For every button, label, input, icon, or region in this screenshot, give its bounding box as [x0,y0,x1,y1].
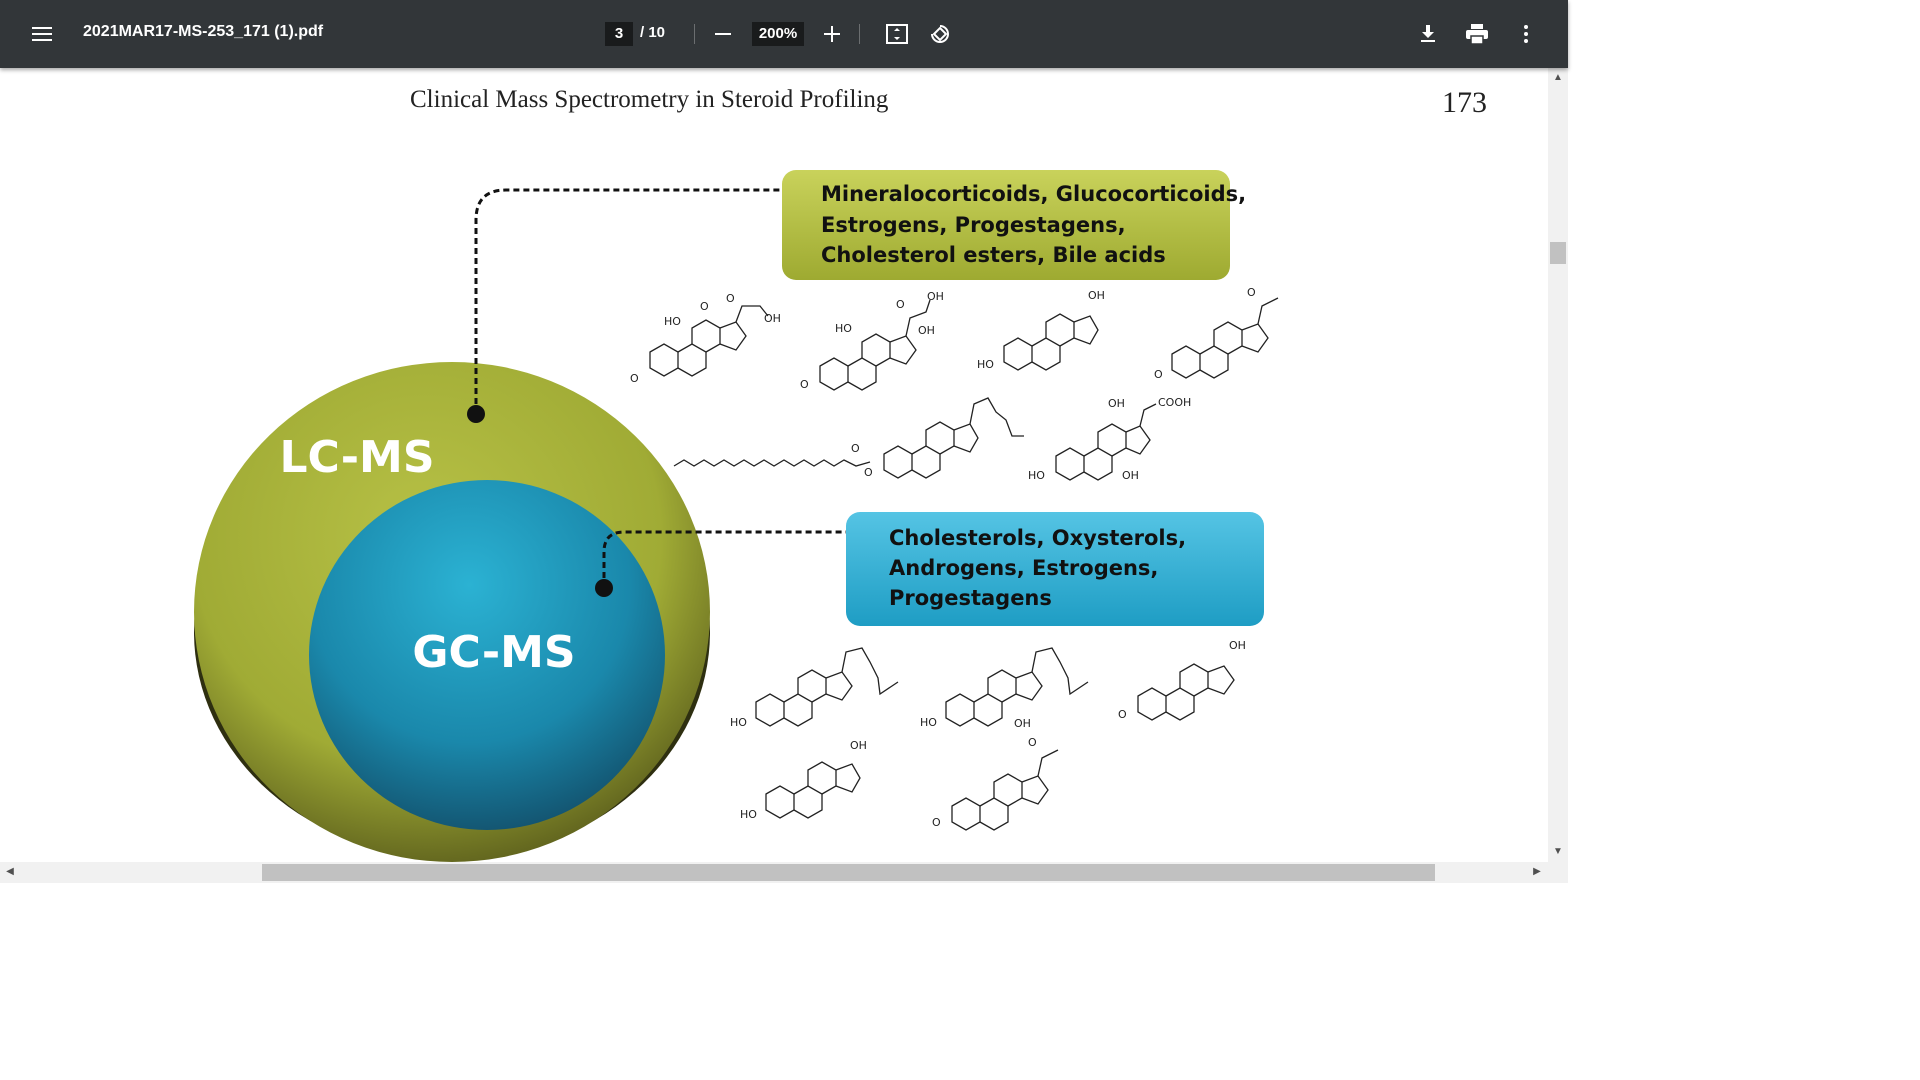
chem-label: O [700,300,709,313]
vertical-scrollbar[interactable] [1548,68,1568,862]
gc-box-line2: Androgens, Estrogens, [889,556,1158,580]
steroid-structure-j [765,761,861,819]
chem-label: O [1154,368,1163,381]
scroll-up-arrow-icon[interactable]: ▲ [1551,72,1565,83]
lc-box-line3: Cholesterol esters, Bile acids [821,243,1166,267]
toolbar-divider [694,24,695,44]
pdf-page-view: Clinical Mass Spectrometry in Steroid Pr… [0,68,1548,862]
pdf-toolbar: 2021MAR17-MS-253_171 (1).pdf 3 / 10 200% [0,0,1568,68]
minus-icon[interactable] [705,16,741,52]
chem-label: O [800,378,809,391]
gc-connector-dot [595,579,613,597]
lc-connector-dot [467,405,485,423]
steroid-structure-c [1003,313,1099,371]
chem-label: OH [1014,717,1031,730]
print-icon[interactable] [1459,16,1495,52]
chem-label: OH [1088,289,1105,302]
scroll-left-arrow-icon[interactable]: ◀ [3,866,17,877]
chem-label: O [851,442,860,455]
chem-label: HO [664,315,681,328]
gc-ms-label: GC-MS [412,627,575,678]
chem-label: OH [1108,397,1125,410]
chem-label: HO [730,716,747,729]
chem-label: O [630,372,639,385]
chem-label: OH [918,324,935,337]
rotate-icon[interactable] [922,16,958,52]
chem-label: HO [920,716,937,729]
lc-box-line2: Estrogens, Progestagens, [821,213,1126,237]
gc-box-line3: Progestagens [889,586,1052,610]
lc-box-line1: Mineralocorticoids, Glucocorticoids, [821,182,1246,206]
chem-label: O [1118,708,1127,721]
steroid-structure-g [755,647,899,727]
hamburger-menu-icon[interactable] [24,16,60,52]
steroid-structure-i [1137,663,1235,721]
chem-label: O [864,466,873,479]
more-vert-icon[interactable] [1508,16,1544,52]
chem-label: OH [850,739,867,752]
figure-diagram: LC-MS GC-MS Mineralocorticoids, Glucocor… [194,170,1279,862]
steroid-structure-h [945,647,1089,727]
chem-label: OH [1229,639,1246,652]
lc-ms-label: LC-MS [279,432,434,483]
page-total: / 10 [640,24,666,41]
steroid-structure-k [951,749,1059,831]
zoom-input[interactable]: 200% [752,22,804,46]
toolbar-divider [859,24,860,44]
steroid-structure-b [819,299,931,391]
steroid-structure-d [1171,297,1279,379]
chem-label: O [932,816,941,829]
chem-label: OH [764,312,781,325]
steroid-structure-f [1055,403,1157,481]
chem-label: HO [835,322,852,335]
scroll-down-arrow-icon[interactable]: ▼ [1551,846,1565,857]
chem-label: O [1247,286,1256,299]
chem-label: O [726,292,735,305]
chem-label: O [896,298,905,311]
vertical-scroll-thumb[interactable] [1550,242,1566,264]
chem-label: OH [927,290,944,303]
steroid-structure-e [673,397,1024,479]
gc-box-line1: Cholesterols, Oxysterols, [889,526,1186,550]
chem-label: HO [740,808,757,821]
document-title: 2021MAR17-MS-253_171 (1).pdf [83,23,324,40]
download-icon[interactable] [1410,16,1446,52]
scroll-right-arrow-icon[interactable]: ▶ [1530,866,1544,877]
plus-icon[interactable] [814,16,850,52]
chem-label: O [1028,736,1037,749]
chem-label: OH [1122,469,1139,482]
chem-label: HO [1028,469,1045,482]
chem-label: COOH [1158,396,1191,409]
fit-to-page-icon[interactable] [879,16,915,52]
page-number-input[interactable]: 3 [605,22,633,46]
horizontal-scroll-thumb[interactable] [262,864,1435,881]
chem-label: HO [977,358,994,371]
